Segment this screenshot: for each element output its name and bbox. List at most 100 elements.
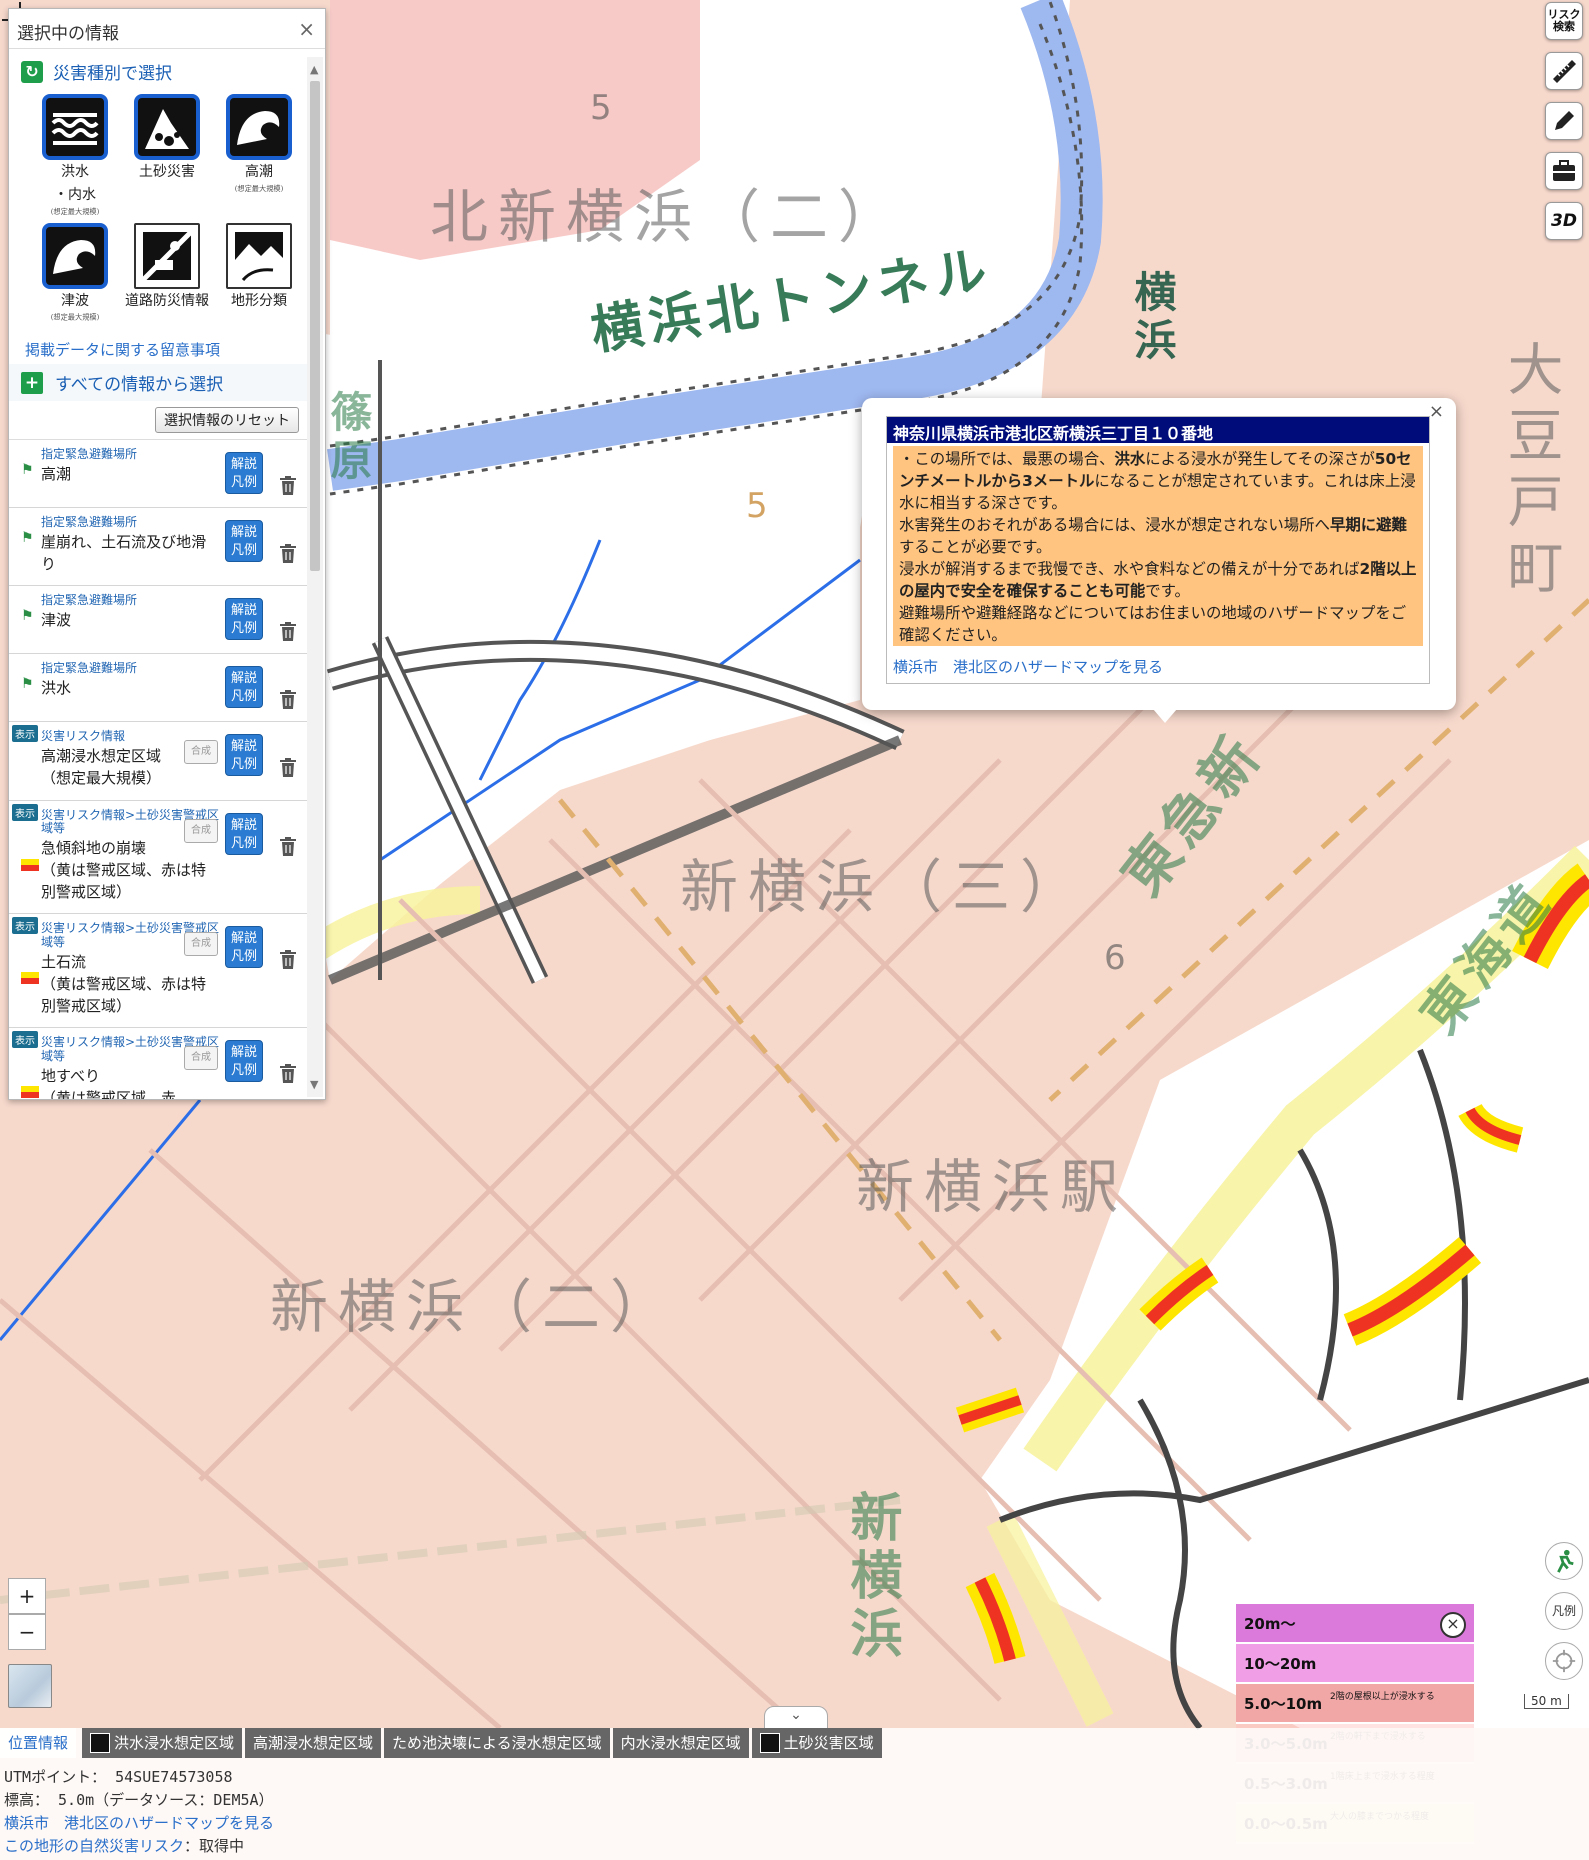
zoom-out-button[interactable]: −	[8, 1614, 46, 1650]
tools-button[interactable]	[1545, 152, 1583, 190]
return-icon: ↻	[21, 60, 43, 83]
display-badge[interactable]: 表示	[12, 803, 38, 821]
merge-button[interactable]: 合成	[184, 932, 218, 957]
explain-label: 解説	[230, 457, 257, 472]
merge-button[interactable]: 合成	[184, 1046, 218, 1071]
hazard-label: 地形分類	[231, 293, 287, 309]
trash-icon[interactable]	[279, 1064, 297, 1084]
target-icon	[1552, 1649, 1576, 1673]
tab-location-info[interactable]: 位置情報	[0, 1728, 77, 1758]
terrain-risk-status: ：取得中	[184, 1837, 245, 1855]
risk-text-1b: 洪水	[1114, 450, 1146, 468]
popup-risk-text: ・この場所では、最悪の場合、洪水による浸水が発生してその深さが50センチメートル…	[893, 446, 1423, 646]
hazard-type-section-header[interactable]: ↻ 災害種別で選択	[9, 53, 307, 90]
collapse-info-button[interactable]: ⌄	[764, 1706, 828, 1730]
select-from-all-button[interactable]: + すべての情報から選択	[9, 364, 307, 401]
display-badge[interactable]: 表示	[12, 1031, 38, 1049]
trash-icon[interactable]	[279, 836, 297, 857]
legend-label: 凡例	[230, 835, 257, 851]
location-info-lines: UTMポイント： 54SUE74573058 標高： 5.0m（データソース：D…	[4, 1766, 274, 1858]
hazard-map-link[interactable]: 横浜市 港北区のハザードマップを見る	[4, 1814, 274, 1832]
panel-scroll-area[interactable]: ↻ 災害種別で選択 洪水 ・内水 (想定最大規模) 土砂災害 高潮 (想定最大規…	[9, 53, 307, 1099]
tab-flood-area[interactable]: 洪水浸水想定区域	[82, 1728, 243, 1758]
hazard-road-button[interactable]: 道路防災情報	[121, 223, 213, 323]
hazard-landslide-button[interactable]: 土砂災害	[121, 94, 213, 217]
hazard-storm-surge-button[interactable]: 高潮 (想定最大規模)	[213, 94, 305, 217]
layer-item[interactable]: 表示 災害リスク情報>土砂災害警戒区域等 地すべり （黄は警戒区域、赤 合成 解説 凡例	[9, 1028, 307, 1099]
scrollbar-thumb[interactable]	[310, 81, 320, 571]
layer-category: 指定緊急避難場所	[41, 447, 138, 461]
legend-depth-label: 10～20m	[1244, 1655, 1317, 1673]
hazard-label: 洪水	[61, 164, 89, 180]
terrain-icon	[226, 223, 292, 289]
map-label-shinyokohama-3: 新横浜（三）	[680, 853, 1089, 921]
explain-legend-button[interactable]: 解説 凡例	[225, 598, 263, 641]
trash-icon[interactable]	[279, 758, 297, 778]
selected-info-panel: 選択中の情報 × ↻ 災害種別で選択 洪水 ・内水 (想定最大規模) 土砂災害	[8, 8, 326, 1100]
explain-label: 解説	[230, 525, 257, 540]
bottom-info-bar: 位置情報 洪水浸水想定区域 高潮浸水想定区域 ため池決壊による浸水想定区域 内水…	[0, 1728, 1589, 1860]
display-badge[interactable]: 表示	[12, 917, 38, 935]
layer-item[interactable]: ⚑ 指定緊急避難場所 高潮 解説 凡例	[9, 440, 307, 508]
tab-inland-flood-area[interactable]: 内水浸水想定区域	[612, 1728, 749, 1758]
draw-button[interactable]	[1545, 102, 1583, 140]
legend-depth-label: 5.0～10m	[1244, 1695, 1323, 1713]
tab-pond-break-area[interactable]: ため池決壊による浸水想定区域	[384, 1728, 610, 1758]
terrain-risk-link[interactable]: この地形の自然災害リスク	[4, 1837, 184, 1855]
trash-icon[interactable]	[279, 622, 297, 642]
measure-button[interactable]	[1545, 52, 1583, 90]
trash-icon[interactable]	[279, 544, 297, 564]
popup-hazard-map-link[interactable]: 横浜市 港北区のハザードマップを見る	[887, 646, 1429, 687]
tab-landslide-area[interactable]: 土砂災害区域	[751, 1728, 882, 1758]
3d-button[interactable]: 3D	[1545, 202, 1583, 240]
explain-legend-button[interactable]: 解説 凡例	[225, 734, 263, 777]
running-person-icon	[1557, 1549, 1574, 1573]
explain-label: 解説	[230, 603, 257, 619]
layer-name: 高潮	[41, 464, 72, 483]
trash-icon[interactable]	[279, 950, 297, 970]
evacuation-button[interactable]	[1545, 1542, 1583, 1580]
data-notice-link[interactable]: 掲載データに関する留意事項	[9, 329, 307, 364]
layer-item[interactable]: ⚑ 指定緊急避難場所 津波 解説 凡例	[9, 586, 307, 655]
tab-storm-surge-area[interactable]: 高潮浸水想定区域	[245, 1728, 382, 1758]
explain-legend-button[interactable]: 解説 凡例	[225, 812, 263, 855]
explain-legend-button[interactable]: 解説 凡例	[225, 1040, 263, 1083]
layer-name: 土石流 （黄は警戒区域、赤は特別警戒区域）	[41, 953, 207, 1015]
zoom-in-button[interactable]: +	[8, 1578, 46, 1614]
scroll-down-icon[interactable]: ▼	[310, 1078, 318, 1091]
legend-swatch	[21, 858, 39, 871]
panel-scrollbar[interactable]: ▲ ▼	[307, 57, 323, 1097]
explain-legend-button[interactable]: 解説 凡例	[225, 520, 263, 562]
layer-name: 津波	[41, 611, 72, 630]
hazard-flood-button[interactable]: 洪水 ・内水 (想定最大規模)	[29, 94, 121, 217]
layer-item[interactable]: ⚑ 指定緊急避難場所 洪水 解説 凡例	[9, 654, 307, 723]
risk-text-1c: による浸水が発生してその深さが	[1145, 450, 1375, 468]
layer-item[interactable]: 表示 災害リスク情報>土砂災害警戒区域等 急傾斜地の崩壊 （黄は警戒区域、赤は特別警…	[9, 801, 307, 915]
storm-surge-icon	[226, 94, 292, 160]
legend-close-button[interactable]: ×	[1440, 1612, 1466, 1638]
legend-label: 凡例	[230, 621, 257, 637]
risk-search-button[interactable]: リスク検索	[1545, 2, 1583, 40]
current-location-button[interactable]	[1545, 1642, 1583, 1680]
explain-legend-button[interactable]: 解説 凡例	[225, 926, 263, 969]
layer-item[interactable]: ⚑ 指定緊急避難場所 崖崩れ、土石流及び地滑り 解説 凡例	[9, 508, 307, 587]
reset-selection-button[interactable]: 選択情報のリセット	[155, 407, 299, 433]
trash-icon[interactable]	[279, 476, 297, 496]
hazard-terrain-button[interactable]: 地形分類	[213, 223, 305, 323]
merge-button[interactable]: 合成	[184, 818, 218, 843]
layer-item[interactable]: 表示 災害リスク情報>土砂災害警戒区域等 土石流 （黄は警戒区域、赤は特別警戒区域）…	[9, 914, 307, 1029]
scroll-up-icon[interactable]: ▲	[310, 63, 318, 76]
display-badge[interactable]: 表示	[12, 725, 38, 743]
merge-button[interactable]: 合成	[184, 740, 218, 765]
trash-icon[interactable]	[279, 690, 297, 710]
explain-legend-button[interactable]: 解説 凡例	[225, 666, 263, 709]
panel-close-button[interactable]: ×	[298, 17, 315, 41]
background-map-switcher[interactable]	[8, 1664, 52, 1708]
popup-close-button[interactable]: ×	[1429, 401, 1444, 422]
legend-toggle-button[interactable]: 凡例	[1545, 1592, 1583, 1630]
hazard-tsunami-button[interactable]: 津波 (想定最大規模)	[29, 223, 121, 323]
layer-item[interactable]: 表示 災害リスク情報 高潮浸水想定区域 （想定最大規模） 合成 解説 凡例	[9, 722, 307, 801]
explain-legend-button[interactable]: 解説 凡例	[225, 452, 263, 494]
layer-name: 地すべり （黄は警戒区域、赤	[41, 1066, 177, 1099]
bottom-tabs: 位置情報 洪水浸水想定区域 高潮浸水想定区域 ため池決壊による浸水想定区域 内水…	[0, 1728, 885, 1758]
